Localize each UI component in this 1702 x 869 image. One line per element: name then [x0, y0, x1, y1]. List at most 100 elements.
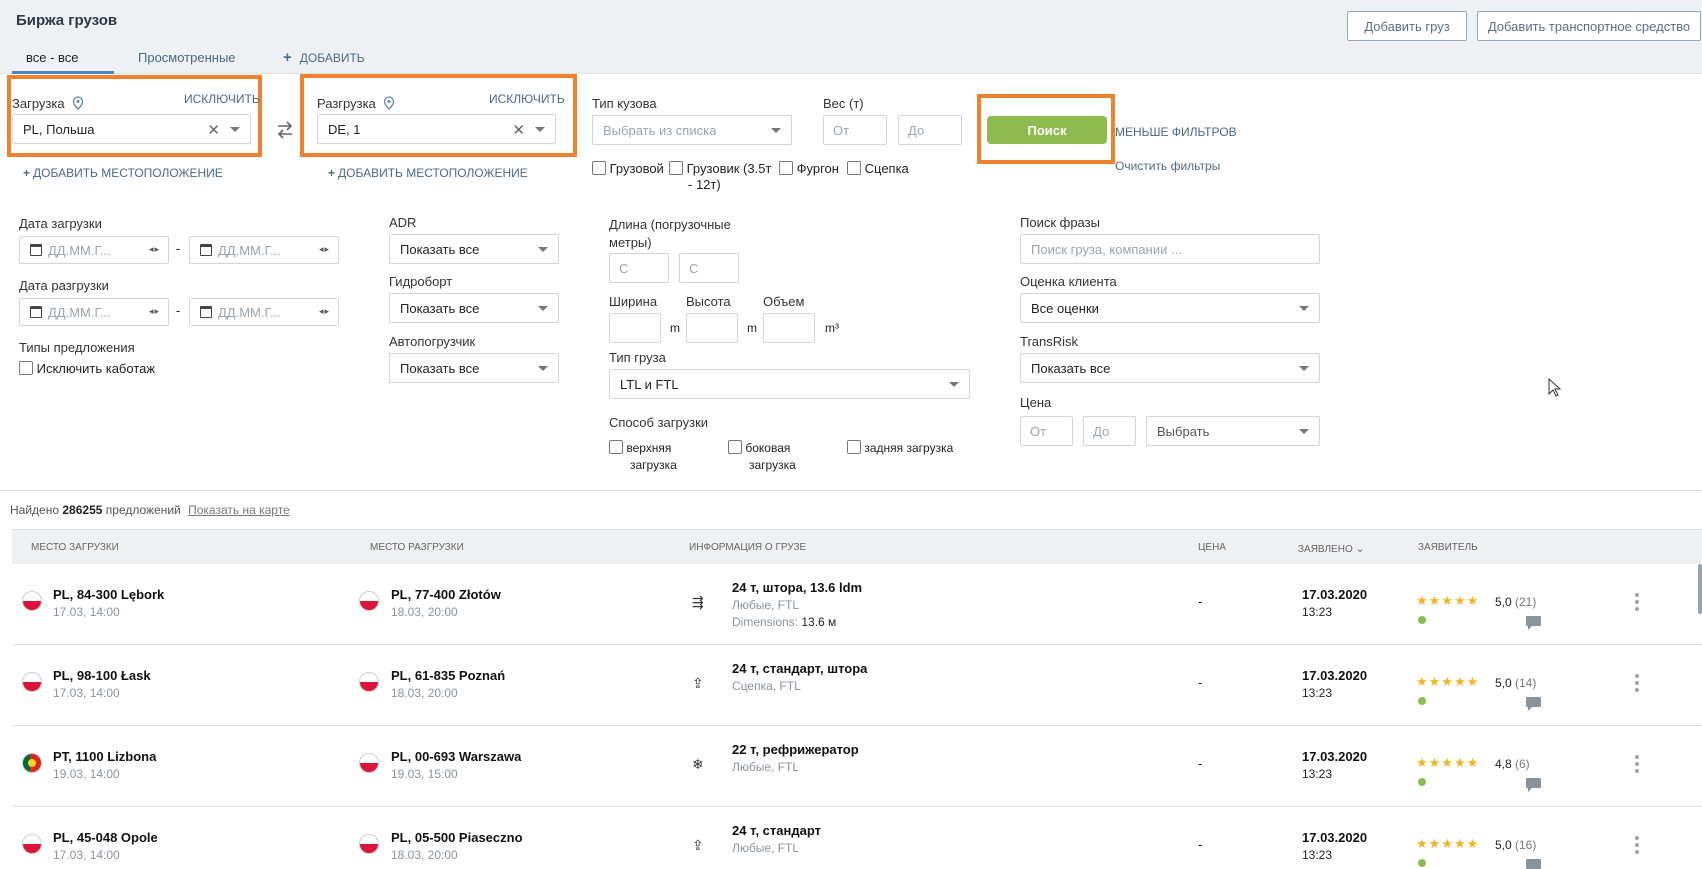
search-button[interactable]: Поиск [987, 116, 1107, 144]
top-load-icon: ⇪ [692, 837, 704, 853]
exclude-cabotage-checkbox[interactable]: Исключить каботаж [19, 361, 155, 376]
unloading-location-input[interactable]: DE, 1 ✕ [317, 114, 556, 144]
rating-score: 5,0 (14) [1495, 676, 1537, 690]
loading-location-input[interactable]: PL, Польша ✕ [12, 114, 251, 144]
unload-date-to-input[interactable]: ДД.ММ.Г... ◂▸ [189, 298, 339, 326]
volume-unit: m³ [825, 321, 839, 335]
cargo-type-select[interactable]: LTL и FTL [609, 369, 970, 399]
swap-icon[interactable] [275, 121, 295, 139]
offer-types-label: Типы предложения [19, 340, 135, 355]
tail-lift-select[interactable]: Показать все [389, 293, 559, 323]
chat-icon[interactable] [1526, 778, 1541, 792]
weight-to-input[interactable]: До [898, 115, 962, 145]
checkbox[interactable] [669, 161, 683, 175]
body-type-select[interactable]: Выбрать из списка [592, 115, 792, 145]
sort-chevron-icon[interactable]: ⌄ [1356, 543, 1365, 555]
loading-exclude-link[interactable]: ИСКЛЮЧИТЬ [184, 92, 260, 106]
tab-viewed[interactable]: Просмотренные [138, 50, 236, 74]
unload-place: PL, 61-835 Poznań [391, 668, 506, 683]
phrase-label: Поиск фразы [1020, 215, 1100, 230]
tab-all[interactable]: все - все [12, 50, 114, 74]
add-cargo-button[interactable]: Добавить груз [1347, 11, 1467, 41]
chat-icon[interactable] [1526, 616, 1541, 630]
side-loading-checkbox[interactable]: боковая загрузка [728, 440, 796, 474]
more-menu-icon[interactable] [1635, 674, 1639, 695]
client-rating-select[interactable]: Все оценки [1020, 293, 1320, 323]
loading-add-location-link[interactable]: + ДОБАВИТЬ МЕСТОПОЛОЖЕНИЕ [23, 166, 223, 180]
load-date-to-input[interactable]: ДД.ММ.Г... ◂▸ [189, 236, 339, 264]
date-range-dash: - [176, 241, 181, 256]
more-menu-icon[interactable] [1635, 593, 1639, 614]
transrisk-select[interactable]: Показать все [1020, 353, 1320, 383]
checkbox[interactable] [592, 161, 606, 175]
clear-icon[interactable]: ✕ [207, 121, 220, 139]
load-date-from-input[interactable]: ДД.ММ.Г... ◂▸ [19, 236, 169, 264]
length-from-input[interactable]: С [609, 253, 669, 283]
col-load-place[interactable]: МЕСТО ЗАГРУЗКИ [31, 542, 119, 553]
height-input[interactable] [686, 313, 738, 343]
price-to-input[interactable]: До [1083, 416, 1136, 446]
checkbox[interactable] [728, 440, 742, 454]
checkbox[interactable] [847, 440, 861, 454]
phrase-search-input[interactable]: Поиск груза, компании ... [1020, 234, 1320, 264]
stepper-arrows-icon[interactable]: ◂▸ [319, 244, 330, 255]
declared-date: 17.03.2020 [1302, 668, 1368, 683]
width-unit: m [670, 321, 680, 335]
col-applicant[interactable]: ЗАЯВИТЕЛЬ [1418, 542, 1478, 553]
unloading-exclude-link[interactable]: ИСКЛЮЧИТЬ [489, 92, 565, 106]
unload-date-from-input[interactable]: ДД.ММ.Г... ◂▸ [19, 298, 169, 326]
rear-loading-checkbox[interactable]: задняя загрузка [847, 440, 953, 455]
chat-icon[interactable] [1526, 697, 1541, 711]
cargo-details: Любые, FTL [732, 841, 800, 855]
page-title: Биржа грузов [16, 12, 118, 29]
col-declared[interactable]: ЗАЯВЛЕНО ⌄ [1298, 542, 1365, 555]
forklift-select[interactable]: Показать все [389, 353, 559, 383]
col-cargo-info[interactable]: ИНФОРМАЦИЯ О ГРУЗЕ [689, 542, 806, 553]
price-from-input[interactable]: От [1020, 416, 1073, 446]
adr-select[interactable]: Показать все [389, 234, 559, 264]
scrollbar[interactable] [1698, 564, 1702, 614]
table-row[interactable]: PL, 98-100 Łask 17.03, 14:00 PL, 61-835 Po… [12, 645, 1702, 726]
load-date-label: Дата загрузки [19, 216, 102, 231]
col-unload-place[interactable]: МЕСТО РАЗГРУЗКИ [370, 542, 464, 553]
length-to-input[interactable]: С [679, 253, 739, 283]
checkbox[interactable] [609, 440, 623, 454]
body-type-option-van[interactable]: Фургон [779, 161, 839, 176]
body-type-option-cargo[interactable]: Грузовой [592, 161, 664, 176]
side-load-icon: ⇶ [692, 594, 704, 610]
col-price[interactable]: ЦЕНА [1198, 542, 1226, 553]
body-type-option-truck[interactable]: Грузовик (3.5т - 12т) [669, 161, 771, 193]
weight-from-input[interactable]: От [823, 115, 887, 145]
rating-stars: ★★★★★ [1416, 593, 1480, 608]
checkbox[interactable] [19, 361, 33, 375]
table-row[interactable]: PT, 1100 Lizbona 19.03, 14:00 PL, 00-693 W… [12, 726, 1702, 807]
clear-icon[interactable]: ✕ [512, 121, 525, 139]
rating-score: 4,8 (6) [1495, 757, 1530, 771]
chat-icon[interactable] [1526, 859, 1541, 869]
top-loading-checkbox[interactable]: верхняя загрузка [609, 440, 677, 474]
stepper-arrows-icon[interactable]: ◂▸ [319, 306, 330, 317]
load-place: PL, 84-300 Lębork [53, 587, 165, 602]
unloading-add-location-link[interactable]: + ДОБАВИТЬ МЕСТОПОЛОЖЕНИЕ [328, 166, 528, 180]
declared-time: 13:23 [1302, 767, 1333, 781]
width-input[interactable] [609, 313, 661, 343]
checkbox[interactable] [847, 161, 861, 175]
table-row[interactable]: PL, 84-300 Lębork 17.03, 14:00 PL, 77-400 … [12, 564, 1702, 645]
show-on-map-link[interactable]: Показать на карте [188, 503, 290, 517]
stepper-arrows-icon[interactable]: ◂▸ [149, 244, 160, 255]
stepper-arrows-icon[interactable]: ◂▸ [149, 306, 160, 317]
less-filters-link[interactable]: МЕНЬШЕ ФИЛЬТРОВ [1115, 125, 1237, 139]
price-value: - [1198, 756, 1203, 771]
tab-add[interactable]: + ДОБАВИТЬ [283, 49, 365, 73]
flag-icon [22, 591, 42, 611]
checkbox[interactable] [779, 161, 793, 175]
table-row[interactable]: PL, 45-048 Opole 17.03, 14:00 PL, 05-500 P… [12, 807, 1702, 869]
flag-icon [359, 834, 379, 854]
clear-filters-link[interactable]: Очистить фильтры [1115, 159, 1220, 173]
body-type-option-trailer[interactable]: Сцепка [847, 161, 909, 176]
more-menu-icon[interactable] [1635, 755, 1639, 776]
add-vehicle-button[interactable]: Добавить транспортное средство [1477, 11, 1701, 41]
price-currency-select[interactable]: Выбрать [1146, 416, 1320, 446]
volume-input[interactable] [763, 313, 815, 343]
more-menu-icon[interactable] [1635, 836, 1639, 857]
